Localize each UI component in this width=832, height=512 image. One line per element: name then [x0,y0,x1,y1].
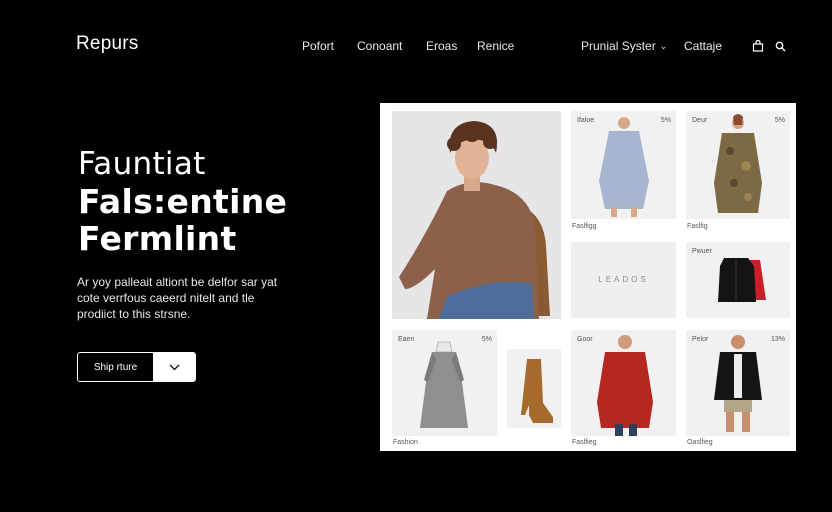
tile-label: Goor [577,336,593,343]
bag-icon[interactable] [751,39,765,53]
tile-caption: Faslfigg [572,223,597,230]
hero-description-line-2: cote verrfous caeerd nitelt and tle [77,291,255,305]
product-tile-camo-coat[interactable]: Deur 5% [686,111,790,219]
chevron-down-icon [169,364,179,370]
shop-now-button[interactable]: Ship rture [78,353,153,381]
product-tile-hanging-jacket[interactable]: Pwuer [686,242,790,318]
product-panel: Ifaloe 5% Faslfigg Deur 5% Faslfig LEADO… [380,103,796,451]
brand-promo-text: LEADOS [598,275,649,284]
nav-link-right[interactable]: Cattaje [684,39,722,53]
nav-link-4[interactable]: Renice [477,39,514,53]
product-tile-boot[interactable] [507,349,561,428]
shop-now-button-group: Ship rture [77,352,196,382]
tile-price: 5% [481,336,492,343]
nav-link-2[interactable]: Conoant [357,39,402,53]
search-icon[interactable] [773,39,787,53]
hero-description: Ar yoy palleait altiont be delfor sar ya… [77,274,317,322]
tile-price: 5% [774,117,785,124]
brand-logo[interactable]: Repurs [76,33,138,55]
tile-label: Pelor [692,336,709,343]
brand-promo-tile[interactable]: LEADOS [571,242,676,318]
product-tile-red-coat[interactable]: Goor [571,330,676,436]
hero-title-line-3: Fermlint [78,219,237,258]
tile-caption: Fashion [393,439,418,446]
nav-dropdown[interactable]: Prunial Syster ⌄ [581,39,667,53]
tile-label: Pwuer [692,248,712,255]
tile-caption: Oaslfieg [687,439,713,446]
hero-description-line-1: Ar yoy palleait altiont be delfor sar ya… [77,275,278,289]
product-tile-shirt[interactable]: Ifaloe 5% [571,111,676,219]
tile-caption: Faslfieg [572,439,597,446]
featured-product-image[interactable] [392,111,561,319]
tile-price: 13% [770,336,785,343]
tile-label: Deur [692,117,708,124]
nav-link-3[interactable]: Eroas [426,39,457,53]
tile-label: Eaen [398,336,415,343]
nav-dropdown-label: Prunial Syster [581,39,656,53]
nav-link-1[interactable]: Pofort [302,39,334,53]
hero-title-line-2: Fals:entine [78,182,288,221]
product-tile-black-jacket[interactable]: Pelor 13% [686,330,790,436]
hero-title-line-1: Fauntiat [78,146,206,182]
chevron-down-icon: ⌄ [659,41,668,51]
product-tile-dress[interactable]: Eaen 5% [392,330,497,436]
cta-dropdown-toggle[interactable] [153,353,195,381]
tile-label: Ifaloe [577,117,595,124]
hero-description-line-3: prodiict to this strsne. [77,307,191,321]
tile-caption: Faslfig [687,223,708,230]
tile-price: 5% [660,117,671,124]
hero-title: Fauntiat Fals:entine Fermlint [78,146,287,257]
